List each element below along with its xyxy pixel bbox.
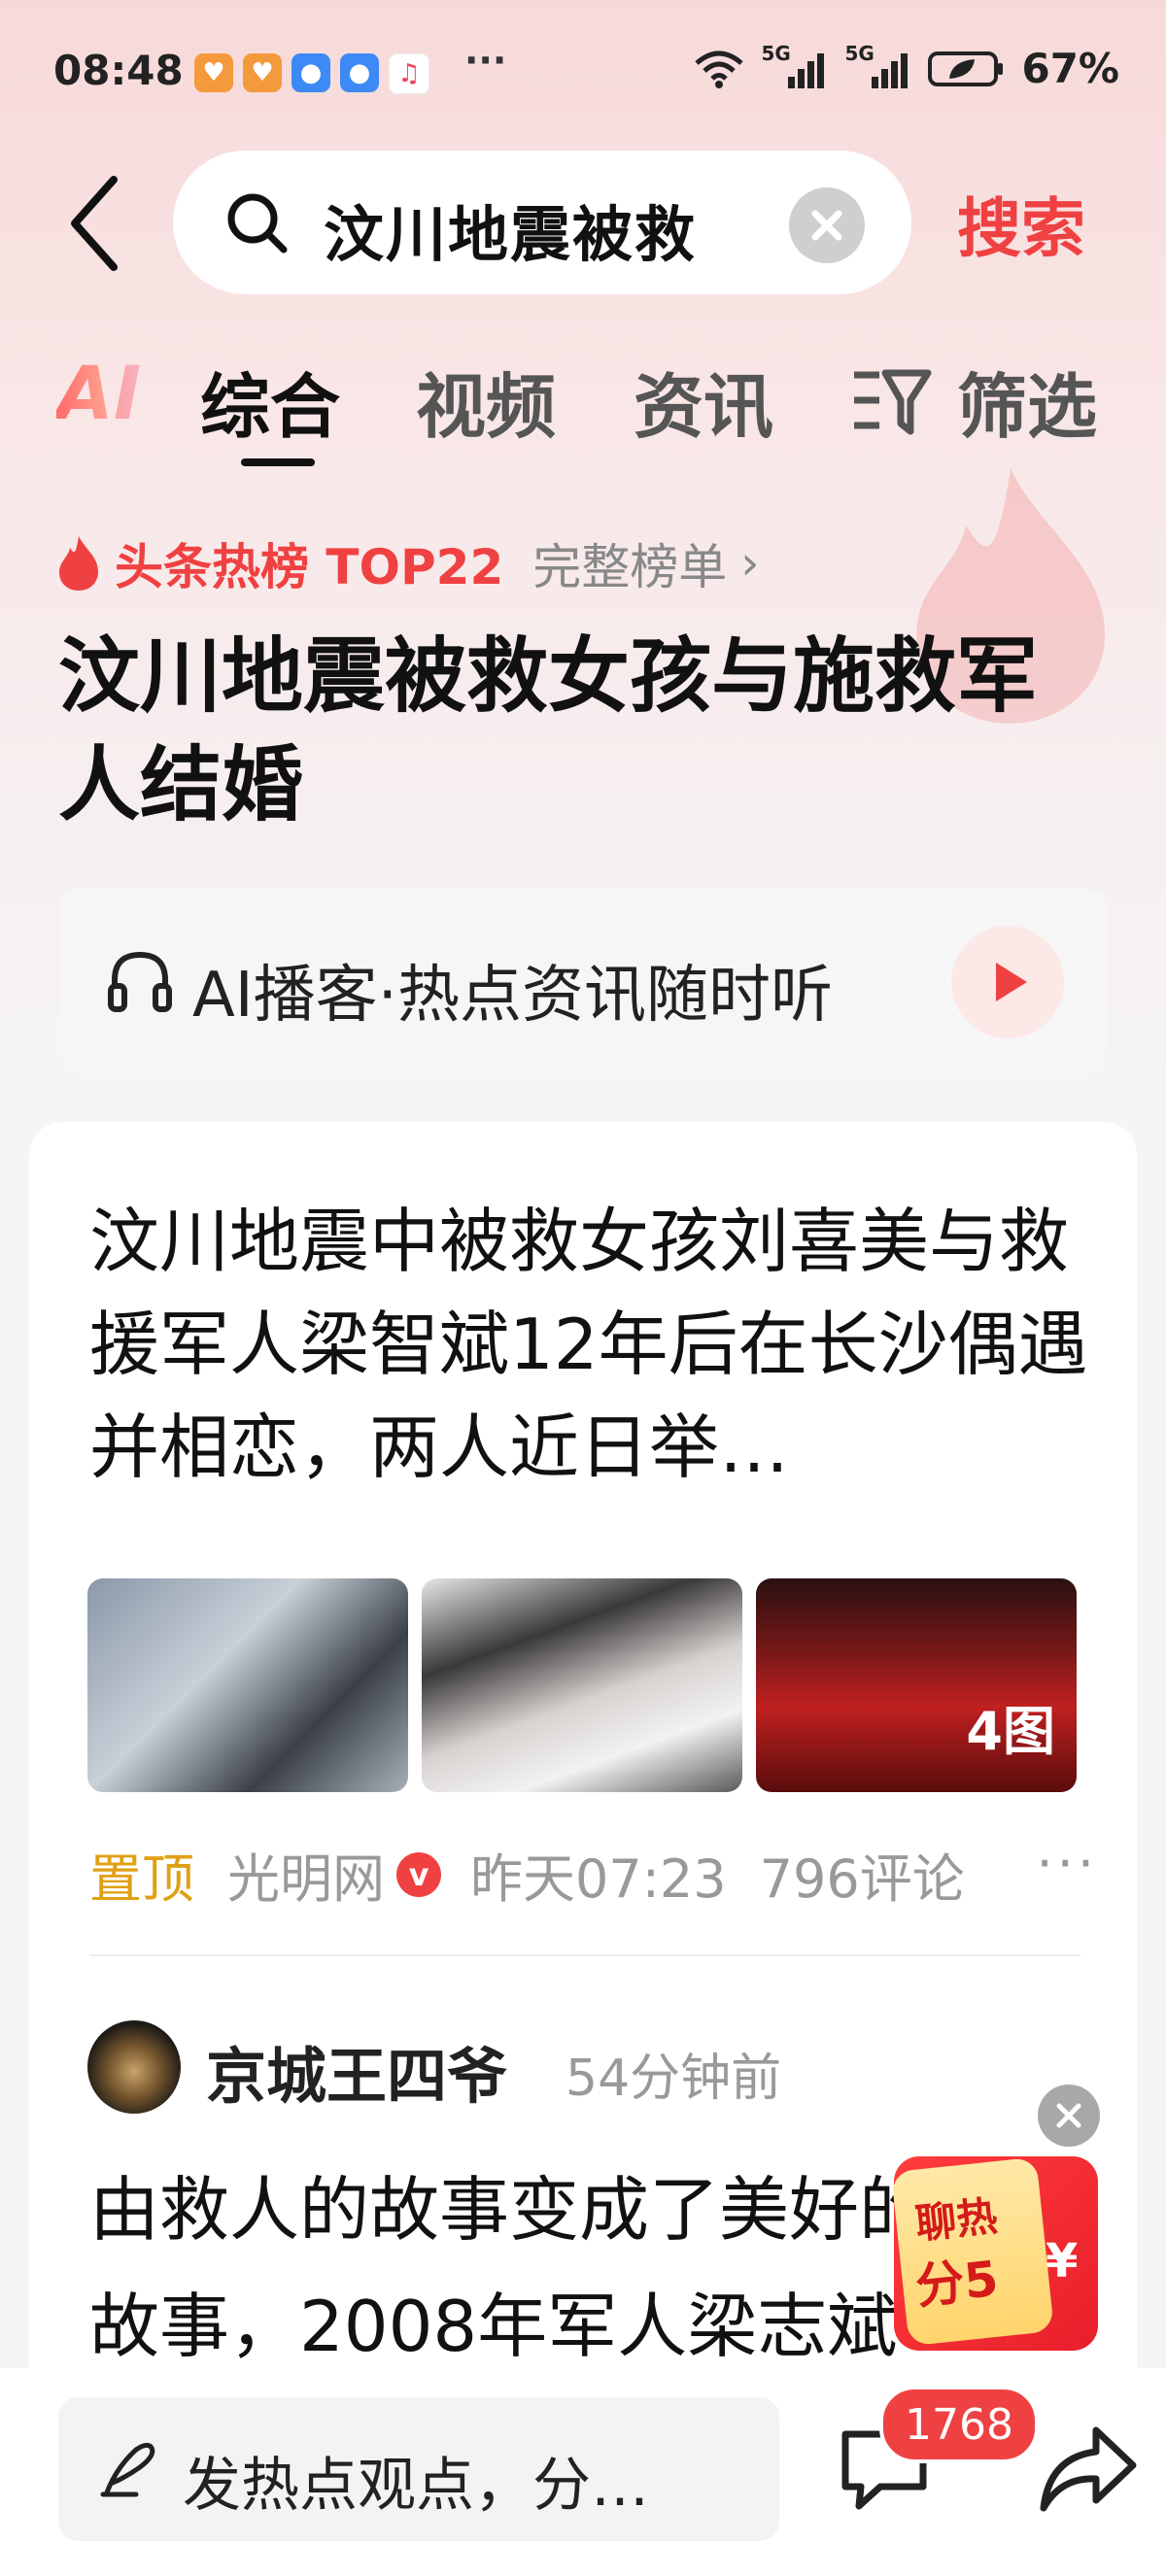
article-image[interactable]: 4图 [756, 1578, 1077, 1792]
status-bar: 08:48 ♥ ♥ ● ● ♫ ··· 5G 5G 67% [0, 0, 1166, 146]
article-comments[interactable]: 796评论 [760, 1836, 965, 1913]
app-notification-icon: ♥ [194, 53, 233, 92]
play-button[interactable] [951, 926, 1064, 1038]
hot-list-row[interactable]: 头条热榜 TOP22 完整榜单 › [56, 529, 759, 597]
app-notification-icon: ♥ [243, 53, 282, 92]
search-button[interactable]: 搜索 [957, 177, 1085, 270]
divider [89, 1954, 1080, 1956]
search-input[interactable]: 汶川地震被救 [173, 151, 911, 294]
close-red-envelope-button[interactable] [1038, 2085, 1100, 2147]
wifi-icon [695, 51, 744, 88]
full-list-link[interactable]: 完整榜单 [532, 528, 727, 598]
podcast-label: AI播客·热点资讯随时听 [192, 960, 833, 1032]
headphone-icon [108, 951, 172, 1012]
browser-notification-icon: ● [340, 53, 379, 92]
red-envelope-widget[interactable]: 聊热 分5 ¥ [891, 2118, 1102, 2351]
tab-filter[interactable]: 筛选 [957, 350, 1097, 452]
search-icon [227, 193, 288, 254]
article-meta: 置顶 光明网 v 昨天07:23 796评论 [89, 1836, 965, 1913]
tab-video[interactable]: 视频 [416, 350, 556, 452]
system-icons: 5G 5G 67% [693, 42, 1119, 92]
pinned-badge: 置顶 [89, 1848, 194, 1910]
red-envelope-line2: 分5 [912, 2250, 1002, 2316]
comment-time: 54分钟前 [566, 2050, 782, 2108]
tab-news[interactable]: 资讯 [634, 350, 773, 452]
music-notification-icon: ♫ [389, 53, 429, 94]
more-options-icon[interactable]: ··· [1037, 1833, 1099, 1894]
search-tabs: AI 综合 视频 资讯 筛选 [0, 340, 1166, 466]
close-icon [1056, 2103, 1081, 2128]
search-query: 汶川地震被救 [324, 199, 698, 270]
more-notifications-icon: ··· [464, 39, 507, 82]
signal-icon: 5G [761, 42, 829, 90]
signal-icon: 5G [844, 42, 912, 90]
ai-tab-logo[interactable]: AI [56, 350, 141, 436]
ai-podcast-bar[interactable]: AI播客·热点资讯随时听 [58, 889, 1108, 1075]
browser-notification-icon: ● [292, 53, 330, 92]
hot-list-label: 头条热榜 TOP22 [115, 539, 504, 595]
comment-author[interactable]: 京城王四爷 [206, 2027, 507, 2115]
yen-icon: ¥ [1046, 2234, 1079, 2288]
article-source[interactable]: 光明网 [227, 1836, 385, 1913]
comment-count-badge: 1768 [879, 2386, 1039, 2463]
article-image[interactable] [87, 1578, 408, 1792]
flame-icon [59, 536, 99, 591]
article-time: 昨天07:23 [470, 1848, 727, 1910]
comment-placeholder: 发热点观点，分… [183, 2452, 649, 2520]
active-tab-indicator [241, 458, 315, 466]
verified-icon: v [396, 1851, 441, 1897]
battery-icon [928, 51, 1004, 86]
article-title[interactable]: 汶川地震中被救女孩刘喜美与救援军人梁智斌12年后在长沙偶遇并相恋，两人近日举… [89, 1190, 1100, 1499]
tab-comprehensive[interactable]: 综合 [200, 350, 340, 452]
notification-icons: ♥ ♥ ● ● ♫ [194, 53, 429, 94]
clear-search-button[interactable] [789, 187, 865, 263]
back-button[interactable] [60, 170, 128, 277]
chevron-right-icon: › [740, 536, 760, 591]
filter-icon[interactable] [850, 361, 932, 443]
comment-input[interactable]: 发热点观点，分… [58, 2397, 779, 2541]
article-images[interactable]: 4图 [87, 1578, 1077, 1792]
hot-headline[interactable]: 汶川地震被救女孩与施救军人结婚 [58, 622, 1108, 839]
avatar[interactable] [87, 2020, 181, 2114]
pen-icon [100, 2442, 155, 2497]
image-count: 4图 [966, 1701, 1055, 1762]
close-icon [811, 210, 842, 241]
battery-percent: 67% [1021, 45, 1119, 92]
article-image[interactable] [422, 1578, 742, 1792]
share-icon[interactable] [1038, 2423, 1139, 2516]
clock: 08:48 [53, 47, 184, 94]
bottom-bar: 发热点观点，分… 1768 [0, 2368, 1166, 2576]
play-icon [996, 963, 1027, 1001]
